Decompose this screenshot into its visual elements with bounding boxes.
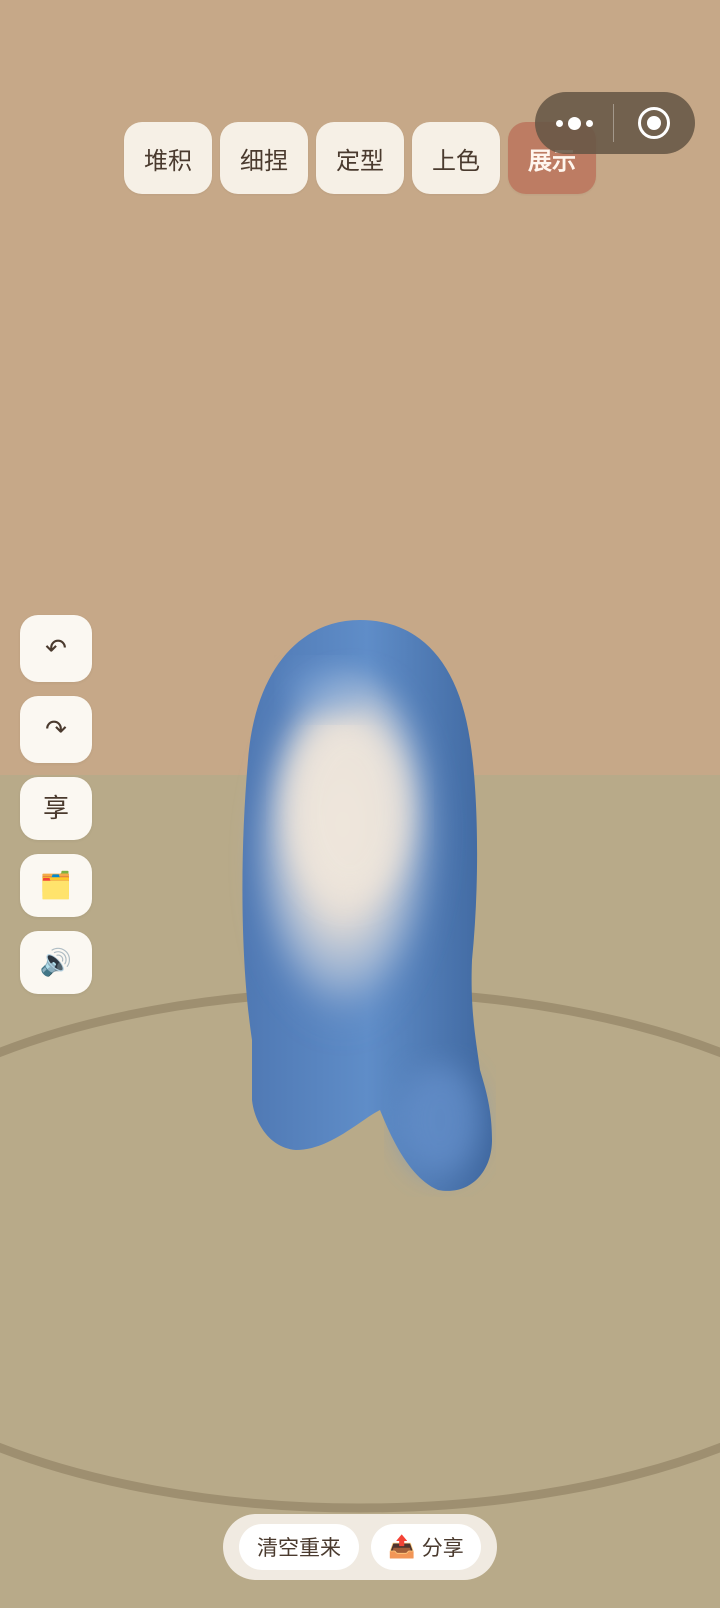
tab-shape[interactable]: 定型: [316, 122, 404, 194]
speaker-icon: 🔊: [39, 947, 73, 978]
redo-button[interactable]: ↷: [20, 696, 92, 763]
reset-label: 清空重来: [257, 1536, 341, 1560]
target-circle-icon[interactable]: [614, 92, 694, 154]
share-label: 分享: [421, 1536, 464, 1560]
more-dots-icon[interactable]: [535, 92, 613, 154]
mini-program-capsule: [535, 92, 695, 154]
tab-stack[interactable]: 堆积: [124, 122, 212, 194]
redo-icon: ↷: [45, 714, 67, 745]
share-button[interactable]: 📤 分享: [371, 1524, 481, 1570]
3d-viewport[interactable]: [0, 0, 720, 1608]
undo-icon: ↶: [45, 633, 67, 664]
gallery-button[interactable]: 🗂️: [20, 854, 92, 917]
bottom-action-bar: 清空重来 📤 分享: [223, 1514, 497, 1580]
mode-tab-bar: 堆积 细捏 定型 上色 展示: [124, 122, 596, 194]
sound-button[interactable]: 🔊: [20, 931, 92, 994]
share-tray-icon: 📤: [388, 1534, 416, 1560]
clay-stage: [0, 620, 720, 1513]
tab-paint[interactable]: 上色: [412, 122, 500, 194]
tab-sculpt[interactable]: 细捏: [220, 122, 308, 194]
clay-figure-highlight: [290, 665, 370, 715]
clay-figure: [242, 620, 492, 1191]
undo-button[interactable]: ↶: [20, 615, 92, 682]
share-character-icon: 享: [42, 793, 69, 824]
clay-figure-right-foot: [400, 1065, 480, 1175]
reset-button[interactable]: 清空重来: [239, 1524, 359, 1570]
card-index-dividers-icon: 🗂️: [39, 870, 73, 901]
share-char-button[interactable]: 享: [20, 777, 92, 840]
